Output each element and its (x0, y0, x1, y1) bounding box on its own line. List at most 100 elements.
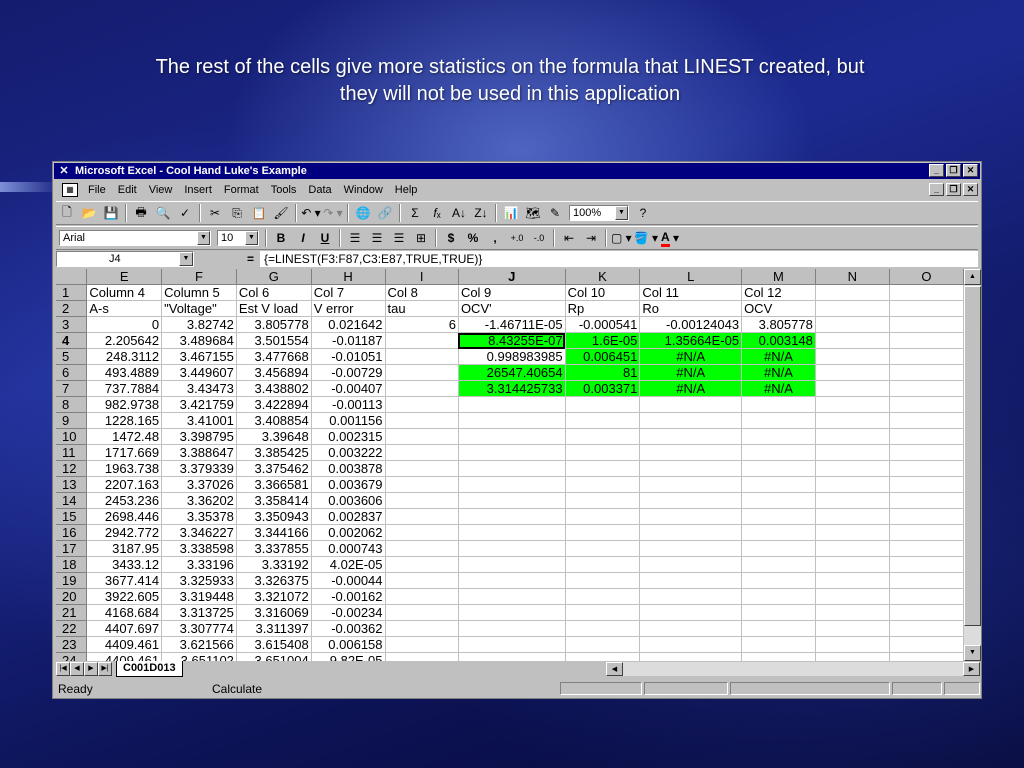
sheet-cell[interactable]: 3.319448 (161, 588, 237, 605)
sheet-cell[interactable]: 4409.461 (86, 652, 163, 661)
sheet-cell[interactable]: 3.449607 (161, 364, 237, 381)
sheet-cell[interactable]: 0.002315 (311, 428, 386, 445)
sheet-cell[interactable]: Column 5 (161, 284, 237, 301)
print-preview-icon[interactable]: 🔍 (153, 204, 173, 222)
sheet-cell[interactable] (385, 620, 459, 637)
sheet-cell[interactable]: 4409.461 (86, 636, 163, 653)
column-header[interactable]: K (565, 269, 641, 285)
sheet-cell[interactable]: 3.313725 (161, 604, 237, 621)
sheet-cell[interactable]: -0.00407 (311, 380, 386, 397)
print-icon[interactable]: 🖶 (131, 204, 151, 222)
scroll-right-icon[interactable]: ▶ (963, 662, 980, 676)
sheet-cell[interactable] (565, 476, 641, 493)
sheet-cell[interactable]: 3.325933 (161, 572, 237, 589)
sheet-cell[interactable] (565, 620, 641, 637)
sheet-cell[interactable] (458, 428, 566, 445)
sheet-cell[interactable]: 0.003148 (741, 332, 816, 349)
sheet-cell[interactable]: -0.00234 (311, 604, 386, 621)
sheet-cell[interactable]: 3.477668 (236, 348, 312, 365)
fill-color-icon[interactable]: 🪣 ▾ (634, 229, 658, 247)
sheet-cell[interactable] (565, 604, 641, 621)
column-header[interactable]: L (639, 269, 743, 285)
sheet-cell[interactable]: A-s (86, 300, 163, 317)
row-header[interactable]: 18 (56, 556, 88, 573)
sheet-cell[interactable] (741, 636, 816, 653)
sheet-cell[interactable] (815, 412, 890, 429)
sheet-cell[interactable]: -0.00729 (311, 364, 386, 381)
sheet-cell[interactable]: Col 10 (565, 284, 641, 301)
sheet-cell[interactable] (889, 508, 964, 525)
underline-button[interactable]: U (315, 229, 335, 247)
sheet-cell[interactable] (565, 588, 641, 605)
sheet-cell[interactable]: 3.651004 (236, 652, 312, 661)
sheet-cell[interactable] (565, 636, 641, 653)
menu-window[interactable]: Window (344, 184, 383, 196)
sheet-cell[interactable]: 3.316069 (236, 604, 312, 621)
sheet-cell[interactable] (815, 348, 890, 365)
sheet-cell[interactable] (815, 428, 890, 445)
sheet-cell[interactable]: 0.006451 (565, 348, 641, 365)
new-icon[interactable]: 🗋 (57, 204, 77, 222)
sheet-cell[interactable] (458, 636, 566, 653)
sheet-cell[interactable] (889, 444, 964, 461)
sheet-cell[interactable] (815, 460, 890, 477)
sheet-cell[interactable] (741, 428, 816, 445)
row-header[interactable]: 4 (56, 332, 88, 349)
sheet-cell[interactable] (565, 556, 641, 573)
column-header[interactable]: G (236, 269, 312, 285)
sheet-cell[interactable]: 8.43255E-07 (458, 332, 566, 349)
sheet-cell[interactable] (458, 620, 566, 637)
sheet-cell[interactable] (889, 572, 964, 589)
sheet-cell[interactable] (741, 460, 816, 477)
row-header[interactable]: 10 (56, 428, 88, 445)
sheet-cell[interactable]: -0.00113 (311, 396, 386, 413)
sheet-cell[interactable] (815, 300, 890, 317)
sheet-cell[interactable] (458, 540, 566, 557)
sheet-cell[interactable] (565, 444, 641, 461)
sheet-cell[interactable] (815, 540, 890, 557)
sheet-cell[interactable]: 3.43473 (161, 380, 237, 397)
sheet-cell[interactable]: 3.314425733 (458, 380, 566, 397)
percent-button[interactable]: % (463, 229, 483, 247)
row-header[interactable]: 19 (56, 572, 88, 589)
sheet-cell[interactable] (741, 556, 816, 573)
sheet-cell[interactable] (639, 524, 743, 541)
sheet-cell[interactable] (458, 604, 566, 621)
sheet-cell[interactable]: 3.33196 (161, 556, 237, 573)
sheet-cell[interactable]: 493.4889 (86, 364, 163, 381)
sheet-cell[interactable]: 3.35378 (161, 508, 237, 525)
sheet-cell[interactable]: 2698.446 (86, 508, 163, 525)
sheet-cell[interactable]: OCV (741, 300, 816, 317)
borders-icon[interactable]: ▢ ▾ (611, 229, 632, 247)
row-header[interactable]: 14 (56, 492, 88, 509)
sheet-cell[interactable] (458, 492, 566, 509)
sheet-cell[interactable] (639, 540, 743, 557)
sheet-cell[interactable] (458, 588, 566, 605)
sheet-cell[interactable]: Col 6 (236, 284, 312, 301)
sheet-cell[interactable] (565, 492, 641, 509)
sheet-cell[interactable] (815, 524, 890, 541)
sheet-cell[interactable]: 3677.414 (86, 572, 163, 589)
sheet-cell[interactable] (639, 444, 743, 461)
workbook-icon[interactable]: ▦ (62, 183, 78, 197)
sheet-table[interactable]: E F G H I J K L M N O 1 Column 4 Column 5C… (56, 269, 964, 661)
menu-tools[interactable]: Tools (271, 184, 297, 196)
sheet-cell[interactable]: #N/A (741, 348, 816, 365)
autosum-icon[interactable]: Σ (405, 204, 425, 222)
row-header[interactable]: 5 (56, 348, 88, 365)
sheet-cell[interactable]: Col 8 (385, 284, 459, 301)
sheet-cell[interactable] (458, 572, 566, 589)
column-header[interactable]: E (86, 269, 163, 285)
excel-x-icon[interactable]: ✕ (57, 165, 71, 177)
menu-format[interactable]: Format (224, 184, 259, 196)
sheet-cell[interactable] (815, 572, 890, 589)
sheet-cell[interactable]: -1.46711E-05 (458, 316, 566, 333)
sheet-cell[interactable] (385, 476, 459, 493)
sheet-cell[interactable] (889, 316, 964, 333)
sheet-cell[interactable]: #N/A (639, 348, 743, 365)
sheet-cell[interactable] (639, 476, 743, 493)
sheet-cell[interactable] (889, 492, 964, 509)
sheet-cell[interactable]: Column 4 (86, 284, 163, 301)
row-header[interactable]: 9 (56, 412, 88, 429)
sheet-cell[interactable]: 3.344166 (236, 524, 312, 541)
